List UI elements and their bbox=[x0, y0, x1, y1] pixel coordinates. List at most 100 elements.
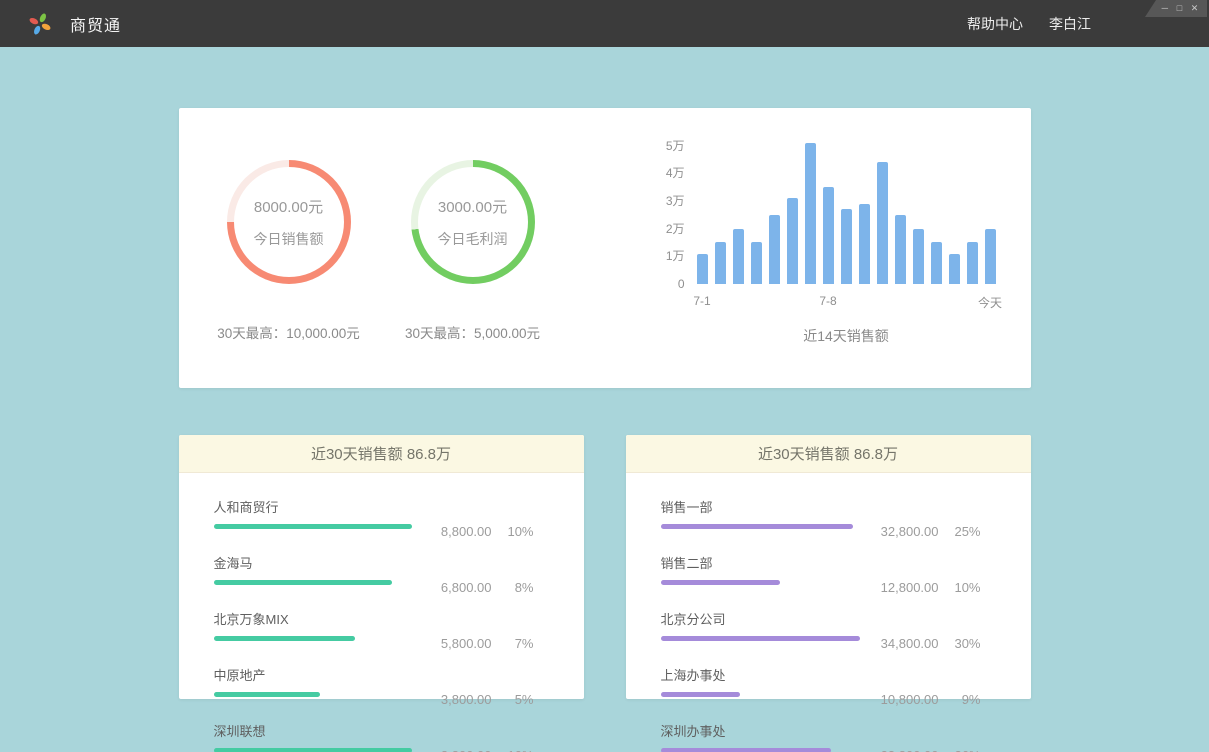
trend-y-tick: 1万 bbox=[666, 248, 685, 264]
today-sales-30d-max: 30天最高：10,000.00元 bbox=[194, 322, 384, 342]
ranking-item-value: 32,800.00 bbox=[861, 524, 939, 539]
ranking-item-label: 金海马 bbox=[214, 553, 414, 572]
trend-bar bbox=[823, 187, 834, 284]
trend-bar bbox=[805, 143, 816, 284]
ranking-item-bar bbox=[661, 580, 780, 585]
ranking-item-percent: 7% bbox=[492, 636, 534, 651]
trend-bars bbox=[697, 134, 996, 284]
titlebar: 商贸通 帮助中心 李白江 ─ □ ✕ bbox=[0, 0, 1209, 47]
ranking-item-bar bbox=[661, 636, 860, 641]
ranking-item-value: 5,800.00 bbox=[414, 636, 492, 651]
today-profit-donut-center: 3000.00元 今日毛利润 bbox=[418, 167, 528, 277]
dashboard: 8000.00元 今日销售额 30天最高：10,000.00元 3000.00元… bbox=[179, 108, 1031, 699]
trend-bar bbox=[895, 215, 906, 284]
maximize-button[interactable]: □ bbox=[1177, 4, 1182, 13]
trend-y-tick: 5万 bbox=[666, 138, 685, 154]
ranking-row: 近30天销售额 86.8万 人和商贸行8,800.0010% 金海马6,800.0… bbox=[179, 435, 1031, 699]
trend-bar bbox=[913, 229, 924, 284]
ranking-item-bar bbox=[661, 524, 853, 529]
trend-bar bbox=[985, 229, 996, 284]
ranking-item-bar bbox=[214, 524, 412, 529]
today-profit-gauge: 3000.00元 今日毛利润 30天最高：5,000.00元 bbox=[411, 160, 535, 342]
today-sales-donut-center: 8000.00元 今日销售额 bbox=[234, 167, 344, 277]
department-ranking-list: 销售一部32,800.0025% 销售二部12,800.0010% 北京分公司34,… bbox=[626, 473, 1031, 752]
ranking-item-value: 23,800.00 bbox=[861, 748, 939, 752]
ranking-item-label: 销售二部 bbox=[661, 553, 861, 572]
ranking-row-item: 人和商贸行8,800.0010% bbox=[214, 497, 534, 539]
ranking-item-bar bbox=[214, 692, 320, 697]
ranking-item-bar bbox=[214, 580, 392, 585]
ranking-item-label: 北京万象MIX bbox=[214, 609, 414, 628]
ranking-item-bar bbox=[214, 748, 412, 752]
ranking-item-percent: 10% bbox=[492, 524, 534, 539]
trend-bar bbox=[787, 198, 798, 284]
department-ranking-title: 近30天销售额 86.8万 bbox=[626, 435, 1031, 473]
ranking-item-percent: 30% bbox=[939, 636, 981, 651]
close-button[interactable]: ✕ bbox=[1191, 4, 1199, 13]
trend-caption: 近14天销售额 bbox=[697, 326, 996, 346]
ranking-item-value: 12,800.00 bbox=[861, 580, 939, 595]
today-profit-30d-max: 30天最高：5,000.00元 bbox=[378, 322, 568, 342]
trend-bar bbox=[859, 204, 870, 284]
overview-card: 8000.00元 今日销售额 30天最高：10,000.00元 3000.00元… bbox=[179, 108, 1031, 388]
trend-y-tick: 4万 bbox=[666, 165, 685, 181]
ranking-row-item: 深圳办事处23,800.0026% bbox=[661, 721, 981, 752]
trend-bar bbox=[751, 242, 762, 284]
ranking-item-label: 中原地产 bbox=[214, 665, 414, 684]
ranking-item-percent: 5% bbox=[492, 692, 534, 707]
trend-bar bbox=[931, 242, 942, 284]
ranking-item-bar bbox=[661, 692, 740, 697]
trend-bar bbox=[733, 229, 744, 284]
top-nav: 帮助中心 李白江 bbox=[967, 14, 1091, 34]
ranking-item-value: 8,800.00 bbox=[414, 524, 492, 539]
ranking-item-bar bbox=[214, 636, 355, 641]
ranking-item-bar bbox=[661, 748, 831, 752]
ranking-item-label: 上海办事处 bbox=[661, 665, 861, 684]
trend-bar bbox=[877, 162, 888, 284]
sales-trend-chart: 01万2万3万4万5万 7-1 7-8 今天 近14天销售额 bbox=[649, 134, 996, 346]
ranking-item-label: 北京分公司 bbox=[661, 609, 861, 628]
today-sales-value: 8000.00元 bbox=[254, 196, 323, 217]
nav-help-center[interactable]: 帮助中心 bbox=[967, 14, 1023, 34]
nav-username[interactable]: 李白江 bbox=[1049, 14, 1091, 34]
today-profit-value: 3000.00元 bbox=[438, 196, 507, 217]
app-logo-icon bbox=[28, 12, 52, 36]
trend-bar bbox=[715, 242, 726, 284]
ranking-item-label: 深圳办事处 bbox=[661, 721, 861, 740]
trend-bar bbox=[697, 254, 708, 284]
ranking-row-item: 中原地产3,800.005% bbox=[214, 665, 534, 707]
today-sales-donut: 8000.00元 今日销售额 bbox=[227, 160, 351, 284]
trend-x-label-last: 今天 bbox=[978, 294, 1002, 311]
ranking-row-item: 上海办事处10,800.009% bbox=[661, 665, 981, 707]
ranking-item-value: 10,800.00 bbox=[861, 692, 939, 707]
customer-ranking-list: 人和商贸行8,800.0010% 金海马6,800.008% 北京万象MIX5,80… bbox=[179, 473, 584, 752]
ranking-row-item: 销售二部12,800.0010% bbox=[661, 553, 981, 595]
today-profit-label: 今日毛利润 bbox=[438, 229, 508, 249]
trend-bar bbox=[967, 242, 978, 284]
ranking-item-value: 8,800.00 bbox=[414, 748, 492, 752]
trend-x-label-first: 7-1 bbox=[693, 294, 710, 308]
trend-bar bbox=[949, 254, 960, 284]
ranking-row-item: 北京分公司34,800.0030% bbox=[661, 609, 981, 651]
ranking-item-percent: 10% bbox=[492, 748, 534, 752]
ranking-item-label: 销售一部 bbox=[661, 497, 861, 516]
ranking-row-item: 北京万象MIX5,800.007% bbox=[214, 609, 534, 651]
trend-x-label-mid: 7-8 bbox=[819, 294, 836, 308]
ranking-item-percent: 25% bbox=[939, 524, 981, 539]
department-ranking-card: 近30天销售额 86.8万 销售一部32,800.0025% 销售二部12,800… bbox=[626, 435, 1031, 699]
trend-y-tick: 0 bbox=[678, 276, 685, 292]
ranking-item-percent: 9% bbox=[939, 692, 981, 707]
today-profit-donut: 3000.00元 今日毛利润 bbox=[411, 160, 535, 284]
today-sales-label: 今日销售额 bbox=[254, 229, 324, 249]
customer-ranking-title: 近30天销售额 86.8万 bbox=[179, 435, 584, 473]
trend-x-axis: 7-1 7-8 今天 bbox=[697, 294, 996, 310]
trend-bar bbox=[841, 209, 852, 284]
trend-plot-wrap: 7-1 7-8 今天 bbox=[697, 134, 996, 310]
trend-y-tick: 3万 bbox=[666, 193, 685, 209]
app-title: 商贸通 bbox=[70, 12, 121, 36]
ranking-item-value: 34,800.00 bbox=[861, 636, 939, 651]
minimize-button[interactable]: ─ bbox=[1162, 4, 1168, 13]
sales-trend-plot-area: 01万2万3万4万5万 7-1 7-8 今天 bbox=[649, 134, 996, 310]
trend-bar bbox=[769, 215, 780, 284]
ranking-row-item: 金海马6,800.008% bbox=[214, 553, 534, 595]
